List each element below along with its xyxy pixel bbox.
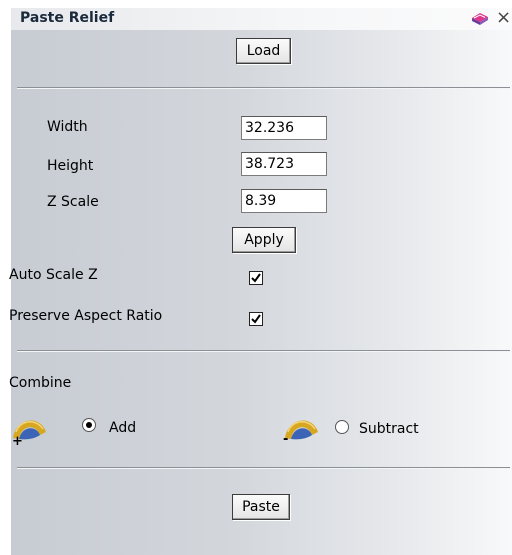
preserve-aspect-ratio-label: Preserve Aspect Ratio	[9, 308, 163, 324]
height-label: Height	[47, 158, 94, 174]
auto-scale-z-label: Auto Scale Z	[9, 267, 98, 283]
apply-button[interactable]: Apply	[232, 227, 296, 253]
width-label: Width	[47, 119, 88, 135]
book-icon[interactable]	[470, 9, 490, 27]
subtract-label: Subtract	[359, 421, 419, 437]
height-field[interactable]	[241, 152, 327, 176]
title-bar: Paste Relief ×	[11, 7, 512, 30]
panel-title: Paste Relief	[20, 10, 115, 26]
auto-scale-z-checkbox[interactable]	[249, 271, 263, 285]
separator	[17, 87, 510, 89]
separator	[17, 350, 510, 352]
checkmark-icon	[251, 273, 261, 283]
width-field[interactable]	[241, 116, 327, 140]
add-sign: +	[12, 434, 23, 449]
paste-button[interactable]: Paste	[232, 494, 290, 520]
subtract-sign: -	[283, 432, 289, 447]
checkmark-icon	[251, 314, 261, 324]
z-scale-field[interactable]	[241, 189, 327, 213]
add-label: Add	[109, 420, 137, 436]
z-scale-label: Z Scale	[47, 194, 99, 210]
subtract-radio[interactable]	[335, 420, 349, 434]
load-button[interactable]: Load	[236, 38, 291, 64]
close-icon[interactable]: ×	[496, 7, 511, 28]
combine-heading: Combine	[9, 375, 72, 391]
separator	[17, 467, 510, 469]
panel-content: Load Width Height Z Scale Apply Auto Sca…	[9, 30, 512, 555]
paste-relief-panel: Paste Relief × Load Width Height Z Scale…	[0, 0, 512, 555]
add-radio[interactable]	[82, 418, 96, 432]
preserve-aspect-ratio-checkbox[interactable]	[249, 312, 263, 326]
